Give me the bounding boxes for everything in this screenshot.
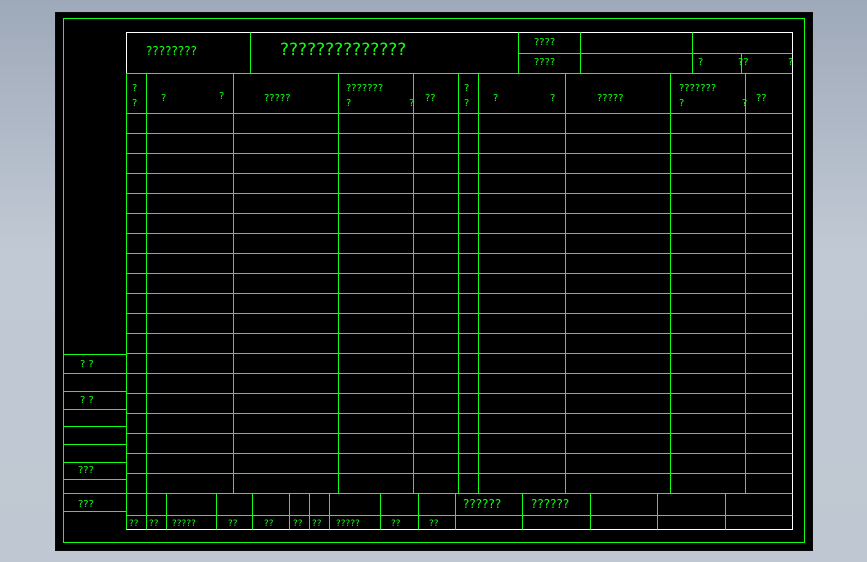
drawing-viewport[interactable]: ???????? ?????????????? ???? ???? ? ?? ?… [55,12,813,551]
col-right-spec: ????? [597,93,624,104]
footer-cell-9: ?? [391,519,401,529]
header-sheet-q2: ?? [738,57,749,68]
page-title: ?????????????? [280,40,407,60]
col-right-name-a: ? [493,93,499,104]
header-info-label-1: ???? [534,37,556,48]
col-left-index-top: ? [132,83,138,94]
footer-cell-1: ?? [129,519,139,529]
header-info-label-2: ???? [534,57,556,68]
footer-cell-4: ?? [228,519,238,529]
col-left-qty-c: ? [409,98,415,109]
col-left-qty-a: ??????? [346,83,384,94]
footer-label-a: ?????? [463,497,502,511]
footer-cell-8: ????? [336,519,360,529]
header-sheet-q3: ? [788,57,794,68]
col-right-note: ?? [756,93,767,104]
col-right-name-b: ? [550,93,556,104]
col-right-qty-b: ? [679,98,685,109]
col-right-index-bottom: ? [464,98,470,109]
footer-cell-5: ?? [264,519,274,529]
footer-cell-6: ?? [293,519,303,529]
footer-cell-2: ?? [149,519,159,529]
col-right-index-top: ? [464,83,470,94]
footer-cell-10: ?? [429,519,439,529]
col-left-spec: ????? [264,93,291,104]
side-label-3: ??? [78,465,94,476]
col-left-name-a: ? [161,93,167,104]
side-label-1: ? ? [80,359,94,370]
col-left-qty-b: ? [346,98,352,109]
footer-label-b: ?????? [531,497,570,511]
col-right-qty-a: ??????? [679,83,717,94]
inner-frame [126,32,793,530]
col-left-name-b: ? [219,91,225,102]
col-left-note: ?? [425,93,436,104]
side-label-4: ??? [78,499,94,510]
header-label-left: ???????? [146,44,197,58]
side-label-2: ? ? [80,395,94,406]
header-sheet-q1: ? [698,57,704,68]
footer-cell-7: ?? [312,519,322,529]
footer-cell-3: ????? [172,519,196,529]
col-left-index-bottom: ? [132,98,138,109]
col-right-qty-c: ? [742,98,748,109]
